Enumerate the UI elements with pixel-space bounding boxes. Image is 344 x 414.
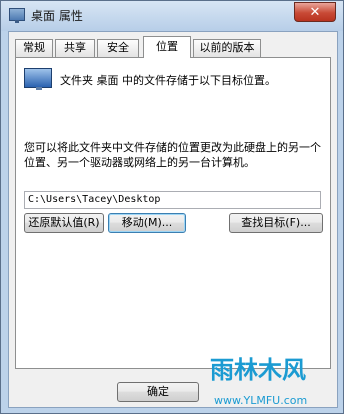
tab-previous-versions[interactable]: 以前的版本 (193, 39, 261, 57)
location-description: 您可以将此文件夹中文件存储的位置更改为此硬盘上的另一个位置、另一个驱动器或网络上… (24, 141, 321, 169)
location-info-text: 文件夹 桌面 中的文件存储于以下目标位置。 (60, 74, 276, 87)
monitor-folder-icon (24, 68, 52, 90)
ok-button[interactable]: 确定 (117, 382, 199, 402)
move-button[interactable]: 移动(M)... (108, 213, 186, 233)
restore-default-button[interactable]: 还原默认值(R) (24, 213, 104, 233)
properties-window: 桌面 属性 ✕ 常规 共享 安全 位置 以前的版本 文件夹 桌面 中的文件存储于… (0, 0, 344, 414)
watermark-logo: 雨林木风 (210, 356, 306, 384)
close-button[interactable]: ✕ (294, 2, 336, 22)
find-target-button[interactable]: 查找目标(F)... (229, 213, 323, 233)
watermark: 雨林木风 www.YLMFU.com (210, 350, 343, 414)
tab-location[interactable]: 位置 (143, 36, 191, 58)
tab-sharing[interactable]: 共享 (55, 39, 95, 57)
location-panel: 文件夹 桌面 中的文件存储于以下目标位置。 您可以将此文件夹中文件存储的位置更改… (15, 57, 331, 369)
watermark-url: www.YLMFU.com (214, 394, 308, 407)
desktop-icon (9, 8, 25, 23)
tab-general[interactable]: 常规 (15, 39, 53, 57)
tab-security[interactable]: 安全 (97, 39, 139, 57)
path-input[interactable]: C:\Users\Tacey\Desktop (24, 191, 321, 209)
title-bar[interactable]: 桌面 属性 ✕ (1, 1, 343, 31)
window-title: 桌面 属性 (31, 9, 83, 23)
